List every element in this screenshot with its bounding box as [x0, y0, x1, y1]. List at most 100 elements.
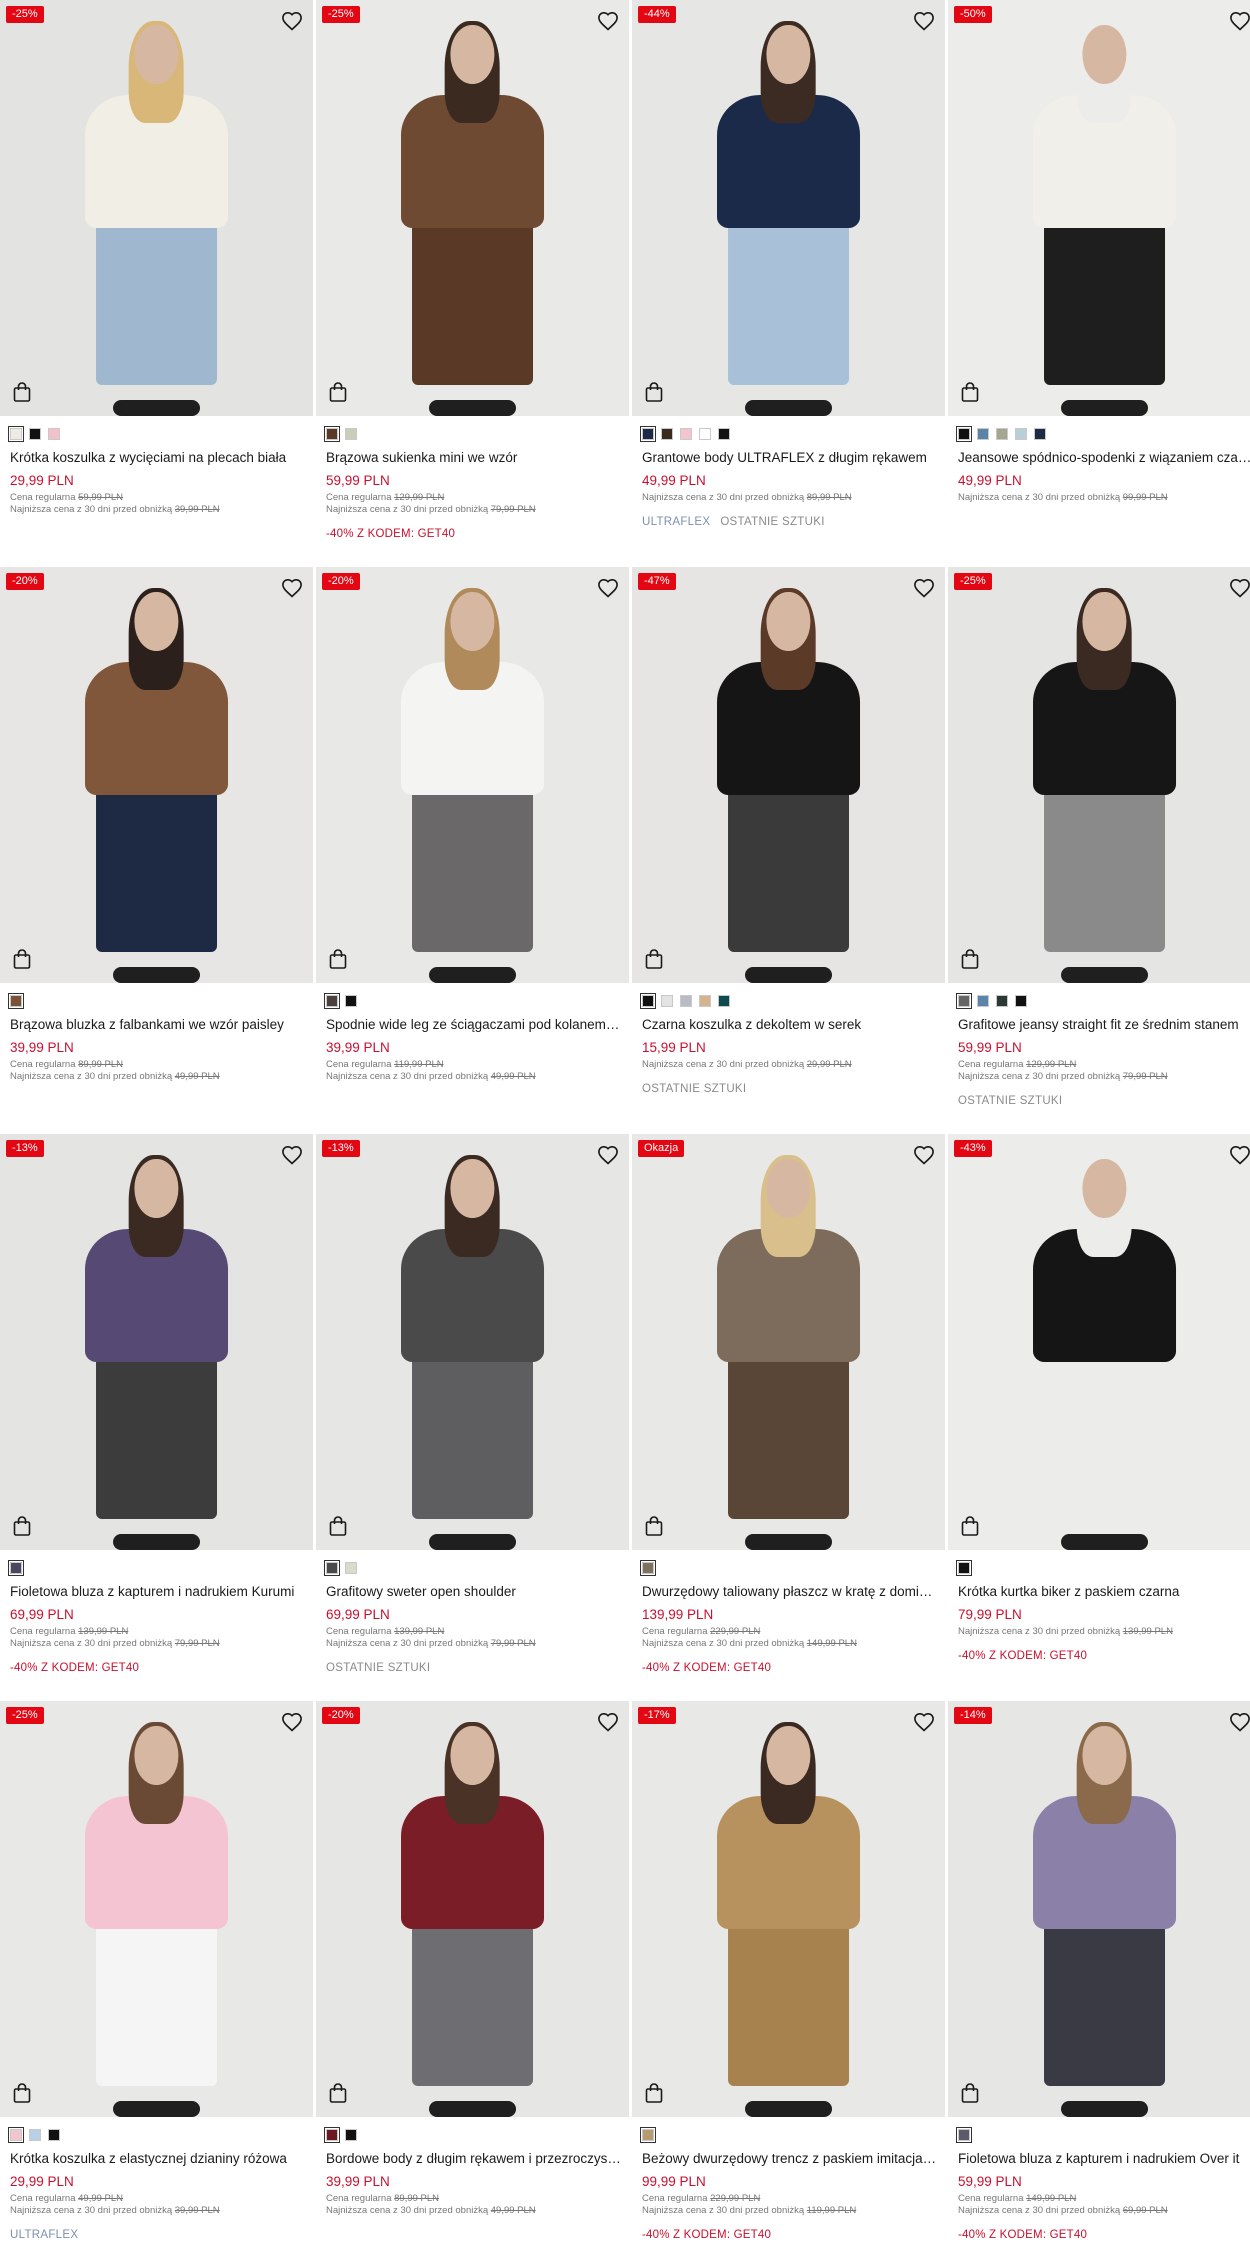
product-name[interactable]: Fioletowa bluza z kapturem i nadrukiem K…	[10, 1583, 307, 1601]
heart-outline-icon[interactable]	[913, 1712, 935, 1732]
product-card[interactable]: -25% Brązowa sukienka mini we wzór 59,99…	[316, 0, 629, 567]
color-swatch[interactable]	[640, 993, 656, 1009]
color-swatch[interactable]	[1015, 995, 1027, 1007]
shopping-bag-icon[interactable]	[960, 1515, 980, 1537]
color-swatch[interactable]	[956, 1560, 972, 1576]
color-swatch[interactable]	[324, 993, 340, 1009]
color-swatch[interactable]	[956, 2127, 972, 2143]
color-swatch[interactable]	[661, 428, 673, 440]
product-image[interactable]: -47%	[632, 567, 945, 983]
color-swatch[interactable]	[345, 428, 357, 440]
product-image[interactable]: -20%	[0, 567, 313, 983]
color-swatch[interactable]	[699, 995, 711, 1007]
color-swatch[interactable]	[8, 2127, 24, 2143]
color-swatch[interactable]	[640, 1560, 656, 1576]
product-card[interactable]: -14% Fioletowa bluza z kapturem i nadruk…	[948, 1701, 1250, 2251]
shopping-bag-icon[interactable]	[328, 948, 348, 970]
color-swatch[interactable]	[718, 428, 730, 440]
color-swatch[interactable]	[324, 2127, 340, 2143]
heart-outline-icon[interactable]	[597, 11, 619, 31]
product-name[interactable]: Krótka koszulka z elastycznej dzianiny r…	[10, 2150, 307, 2168]
color-swatch[interactable]	[8, 426, 24, 442]
product-card[interactable]: -50% Jeansowe spódnico-spodenki z wiązan…	[948, 0, 1250, 567]
product-card[interactable]: -17% Beżowy dwurzędowy trencz z paskiem …	[632, 1701, 945, 2251]
product-image[interactable]: Okazja	[632, 1134, 945, 1550]
color-swatch[interactable]	[718, 995, 730, 1007]
product-card[interactable]: -43% Krótka kurtka biker z paskiem czarn…	[948, 1134, 1250, 1701]
heart-outline-icon[interactable]	[1229, 1712, 1250, 1732]
heart-outline-icon[interactable]	[1229, 1145, 1250, 1165]
product-name[interactable]: Jeansowe spódnico-spodenki z wiązaniem c…	[958, 449, 1250, 467]
product-image[interactable]: -17%	[632, 1701, 945, 2117]
product-name[interactable]: Spodnie wide leg ze ściągaczami pod kola…	[326, 1016, 623, 1034]
shopping-bag-icon[interactable]	[644, 1515, 664, 1537]
color-swatch[interactable]	[48, 2129, 60, 2141]
heart-outline-icon[interactable]	[281, 1145, 303, 1165]
product-image[interactable]: -25%	[316, 0, 629, 416]
product-image[interactable]: -43%	[948, 1134, 1250, 1550]
color-swatch[interactable]	[29, 428, 41, 440]
color-swatch[interactable]	[680, 428, 692, 440]
heart-outline-icon[interactable]	[281, 11, 303, 31]
product-card[interactable]: -25% Krótka koszulka z elastycznej dzian…	[0, 1701, 313, 2251]
product-image[interactable]: -20%	[316, 1701, 629, 2117]
shopping-bag-icon[interactable]	[644, 948, 664, 970]
product-card[interactable]: -25% Grafitowe jeansy straight fit ze śr…	[948, 567, 1250, 1134]
shopping-bag-icon[interactable]	[960, 948, 980, 970]
heart-outline-icon[interactable]	[913, 578, 935, 598]
shopping-bag-icon[interactable]	[960, 381, 980, 403]
color-swatch[interactable]	[661, 995, 673, 1007]
color-swatch[interactable]	[345, 1562, 357, 1574]
product-image[interactable]: -25%	[948, 567, 1250, 983]
shopping-bag-icon[interactable]	[12, 2082, 32, 2104]
shopping-bag-icon[interactable]	[12, 948, 32, 970]
color-swatch[interactable]	[345, 2129, 357, 2141]
color-swatch[interactable]	[956, 993, 972, 1009]
color-swatch[interactable]	[1034, 428, 1046, 440]
product-name[interactable]: Brązowa sukienka mini we wzór	[326, 449, 623, 467]
product-name[interactable]: Grantowe body ULTRAFLEX z długim rękawem	[642, 449, 939, 467]
color-swatch[interactable]	[977, 428, 989, 440]
color-swatch[interactable]	[680, 995, 692, 1007]
shopping-bag-icon[interactable]	[644, 381, 664, 403]
product-image[interactable]: -44%	[632, 0, 945, 416]
shopping-bag-icon[interactable]	[12, 381, 32, 403]
product-name[interactable]: Grafitowy sweter open shoulder	[326, 1583, 623, 1601]
shopping-bag-icon[interactable]	[328, 1515, 348, 1537]
color-swatch[interactable]	[324, 1560, 340, 1576]
product-name[interactable]: Fioletowa bluza z kapturem i nadrukiem O…	[958, 2150, 1250, 2168]
shopping-bag-icon[interactable]	[328, 2082, 348, 2104]
color-swatch[interactable]	[640, 426, 656, 442]
color-swatch[interactable]	[956, 426, 972, 442]
color-swatch[interactable]	[1015, 428, 1027, 440]
color-swatch[interactable]	[996, 995, 1008, 1007]
product-image[interactable]: -25%	[0, 1701, 313, 2117]
product-name[interactable]: Dwurzędowy taliowany płaszcz w kratę z d…	[642, 1583, 939, 1601]
shopping-bag-icon[interactable]	[328, 381, 348, 403]
heart-outline-icon[interactable]	[597, 1712, 619, 1732]
heart-outline-icon[interactable]	[913, 1145, 935, 1165]
product-card[interactable]: -25% Krótka koszulka z wycięciami na ple…	[0, 0, 313, 567]
product-card[interactable]: -44% Grantowe body ULTRAFLEX z długim rę…	[632, 0, 945, 567]
heart-outline-icon[interactable]	[597, 1145, 619, 1165]
product-card[interactable]: Okazja Dwurzędowy taliowany płaszcz w kr…	[632, 1134, 945, 1701]
color-swatch[interactable]	[977, 995, 989, 1007]
product-card[interactable]: -47% Czarna koszulka z dekoltem w serek …	[632, 567, 945, 1134]
heart-outline-icon[interactable]	[597, 578, 619, 598]
product-name[interactable]: Beżowy dwurzędowy trencz z paskiem imita…	[642, 2150, 939, 2168]
color-swatch[interactable]	[996, 428, 1008, 440]
product-name[interactable]: Krótka koszulka z wycięciami na plecach …	[10, 449, 307, 467]
product-image[interactable]: -14%	[948, 1701, 1250, 2117]
product-image[interactable]: -13%	[0, 1134, 313, 1550]
product-card[interactable]: -13% Grafitowy sweter open shoulder 69,9…	[316, 1134, 629, 1701]
product-name[interactable]: Bordowe body z długim rękawem i przezroc…	[326, 2150, 623, 2168]
product-card[interactable]: -20% Bordowe body z długim rękawem i prz…	[316, 1701, 629, 2251]
product-card[interactable]: -20% Spodnie wide leg ze ściągaczami pod…	[316, 567, 629, 1134]
color-swatch[interactable]	[640, 2127, 656, 2143]
color-swatch[interactable]	[29, 2129, 41, 2141]
heart-outline-icon[interactable]	[1229, 11, 1250, 31]
heart-outline-icon[interactable]	[281, 578, 303, 598]
product-card[interactable]: -20% Brązowa bluzka z falbankami we wzór…	[0, 567, 313, 1134]
product-card[interactable]: -13% Fioletowa bluza z kapturem i nadruk…	[0, 1134, 313, 1701]
product-name[interactable]: Czarna koszulka z dekoltem w serek	[642, 1016, 939, 1034]
